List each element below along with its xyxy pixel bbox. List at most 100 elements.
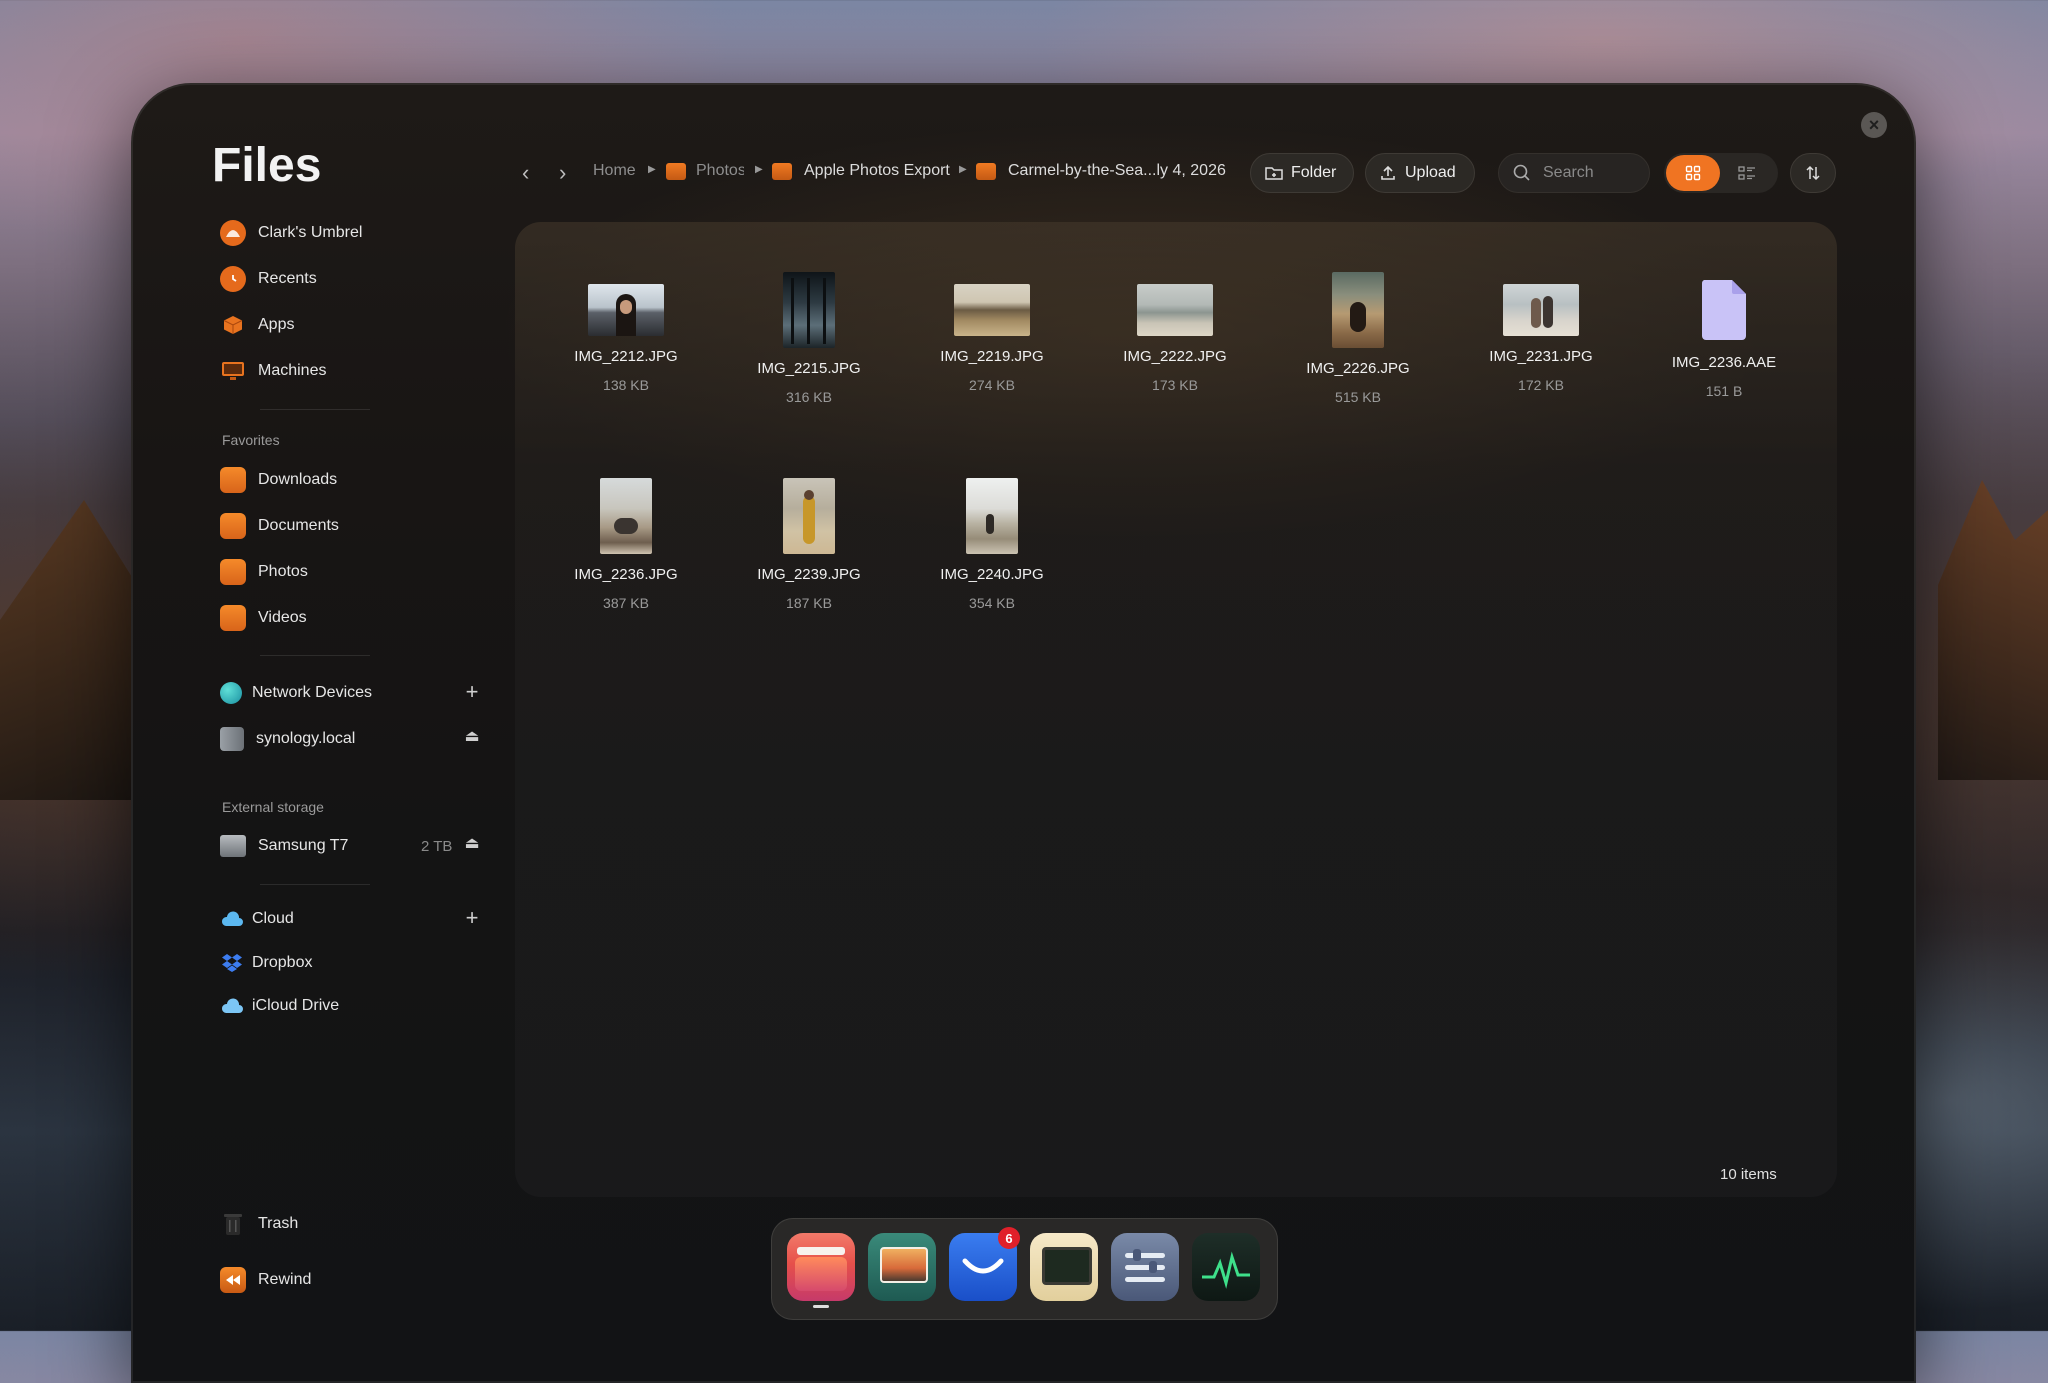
folder-icon [220, 605, 246, 631]
running-indicator [813, 1305, 829, 1308]
file-item[interactable]: IMG_2240.JPG 354 KB [917, 478, 1067, 611]
file-size: 151 B [1705, 383, 1743, 399]
search-input[interactable] [1541, 163, 1645, 183]
file-size: 354 KB [969, 595, 1015, 611]
breadcrumb-photos[interactable]: Photos [696, 162, 744, 180]
file-item[interactable]: IMG_2212.JPG 138 KB [551, 272, 701, 393]
file-item[interactable]: IMG_2222.JPG 173 KB [1100, 272, 1250, 393]
file-item[interactable]: IMG_2219.JPG 274 KB [917, 272, 1067, 393]
file-size: 173 KB [1152, 377, 1198, 393]
add-cloud-button[interactable]: + [462, 905, 482, 931]
sidebar-item-videos[interactable]: Videos [220, 603, 307, 633]
search-field[interactable] [1498, 153, 1650, 193]
add-network-device-button[interactable]: + [462, 679, 482, 705]
settings-app-icon[interactable] [1111, 1233, 1179, 1301]
sidebar-item-documents[interactable]: Documents [220, 511, 339, 541]
sidebar-item-machines[interactable]: Machines [220, 356, 326, 386]
sort-button[interactable] [1790, 153, 1836, 193]
sidebar-item-label: Videos [258, 609, 307, 626]
file-size: 138 KB [603, 377, 649, 393]
grid-view-button[interactable] [1666, 155, 1720, 191]
search-icon [1513, 164, 1530, 181]
file-item[interactable]: IMG_2231.JPG 172 KB [1466, 272, 1616, 393]
server-icon [220, 727, 244, 751]
rewind-icon [220, 1267, 246, 1293]
upload-button-label: Upload [1405, 164, 1456, 181]
sidebar-item-synology[interactable]: synology.local [220, 724, 355, 754]
breadcrumb-apple-photos-export[interactable]: Apple Photos Export [804, 162, 950, 180]
folder-icon [220, 513, 246, 539]
file-name: IMG_2231.JPG [1489, 348, 1593, 365]
file-size: 316 KB [786, 389, 832, 405]
sort-icon [1806, 165, 1820, 181]
sidebar-item-network-devices[interactable]: Network Devices [220, 678, 372, 708]
sidebar-item-label: Documents [258, 517, 339, 534]
file-item[interactable]: IMG_2215.JPG 316 KB [734, 272, 884, 405]
photos-app-icon[interactable] [868, 1233, 936, 1301]
sidebar-item-photos[interactable]: Photos [220, 557, 308, 587]
grid-icon [1685, 165, 1701, 181]
sidebar-item-umbrel[interactable]: Clark's Umbrel [220, 218, 362, 248]
sidebar-item-label: Recents [258, 270, 317, 287]
sidebar-item-dropbox[interactable]: Dropbox [220, 948, 312, 978]
sidebar-item-label: Network Devices [252, 684, 373, 701]
files-app-icon[interactable] [787, 1233, 855, 1301]
breadcrumb-home[interactable]: Home [593, 162, 636, 180]
photo-thumbnail [600, 478, 652, 554]
chevron-right-icon: ▶ [959, 164, 967, 175]
photo-thumbnail [954, 284, 1030, 336]
file-item[interactable]: IMG_2226.JPG 515 KB [1283, 272, 1433, 405]
file-item[interactable]: IMG_2236.AAE 151 B [1649, 272, 1799, 399]
drive-icon [220, 835, 246, 857]
folder-icon [220, 467, 246, 493]
chevron-right-icon: ▶ [648, 164, 656, 175]
breadcrumb-current-folder[interactable]: Carmel-by-the-Sea...ly 4, 2026 [1008, 162, 1226, 180]
sidebar-divider [260, 409, 370, 410]
file-name: IMG_2239.JPG [757, 566, 861, 583]
new-folder-button[interactable]: Folder [1250, 153, 1354, 193]
box-icon [220, 312, 246, 338]
sidebar-item-label: Apps [258, 316, 295, 333]
eject-icon[interactable]: ⏏ [462, 726, 482, 746]
upload-button[interactable]: Upload [1365, 153, 1475, 193]
file-size: 515 KB [1335, 389, 1381, 405]
file-size: 387 KB [603, 595, 649, 611]
sidebar-item-samsung-t7[interactable]: Samsung T7 [220, 831, 348, 861]
eject-icon[interactable]: ⏏ [462, 833, 482, 853]
back-button[interactable]: ‹ [522, 160, 529, 186]
sidebar-item-label: Trash [258, 1215, 299, 1232]
list-view-button[interactable] [1720, 155, 1774, 191]
folder-plus-icon [1265, 167, 1283, 180]
file-name: IMG_2215.JPG [757, 360, 861, 377]
file-name: IMG_2236.JPG [574, 566, 678, 583]
cloud-icon [220, 906, 244, 932]
close-window-button[interactable]: × [1861, 112, 1887, 138]
clock-icon [220, 266, 246, 292]
forward-button[interactable]: › [559, 160, 566, 186]
photo-thumbnail [783, 272, 835, 348]
folder-button-label: Folder [1291, 164, 1337, 181]
dropbox-icon [220, 950, 244, 976]
monitor-app-icon[interactable] [1030, 1233, 1098, 1301]
file-item[interactable]: IMG_2236.JPG 387 KB [551, 478, 701, 611]
sidebar-item-label: Clark's Umbrel [258, 224, 363, 241]
sidebar-item-label: Machines [258, 362, 327, 379]
umbrel-icon [220, 220, 246, 246]
sidebar-item-icloud[interactable]: iCloud Drive [220, 991, 339, 1021]
file-item[interactable]: IMG_2239.JPG 187 KB [734, 478, 884, 611]
list-icon [1738, 166, 1755, 180]
chevron-right-icon: ▶ [755, 164, 763, 175]
file-size: 172 KB [1518, 377, 1564, 393]
sidebar-item-rewind[interactable]: Rewind [220, 1265, 311, 1295]
sidebar-item-label: Samsung T7 [258, 837, 349, 854]
app-title: Files [212, 139, 322, 192]
sidebar-item-recents[interactable]: Recents [220, 264, 317, 294]
sidebar-item-apps[interactable]: Apps [220, 310, 294, 340]
sidebar-item-cloud[interactable]: Cloud [220, 904, 294, 934]
monitor-icon [220, 358, 246, 384]
activity-app-icon[interactable] [1192, 1233, 1260, 1301]
sidebar-item-trash[interactable]: Trash [220, 1209, 298, 1239]
file-name: IMG_2212.JPG [574, 348, 678, 365]
sidebar-item-downloads[interactable]: Downloads [220, 465, 337, 495]
file-size: 187 KB [786, 595, 832, 611]
